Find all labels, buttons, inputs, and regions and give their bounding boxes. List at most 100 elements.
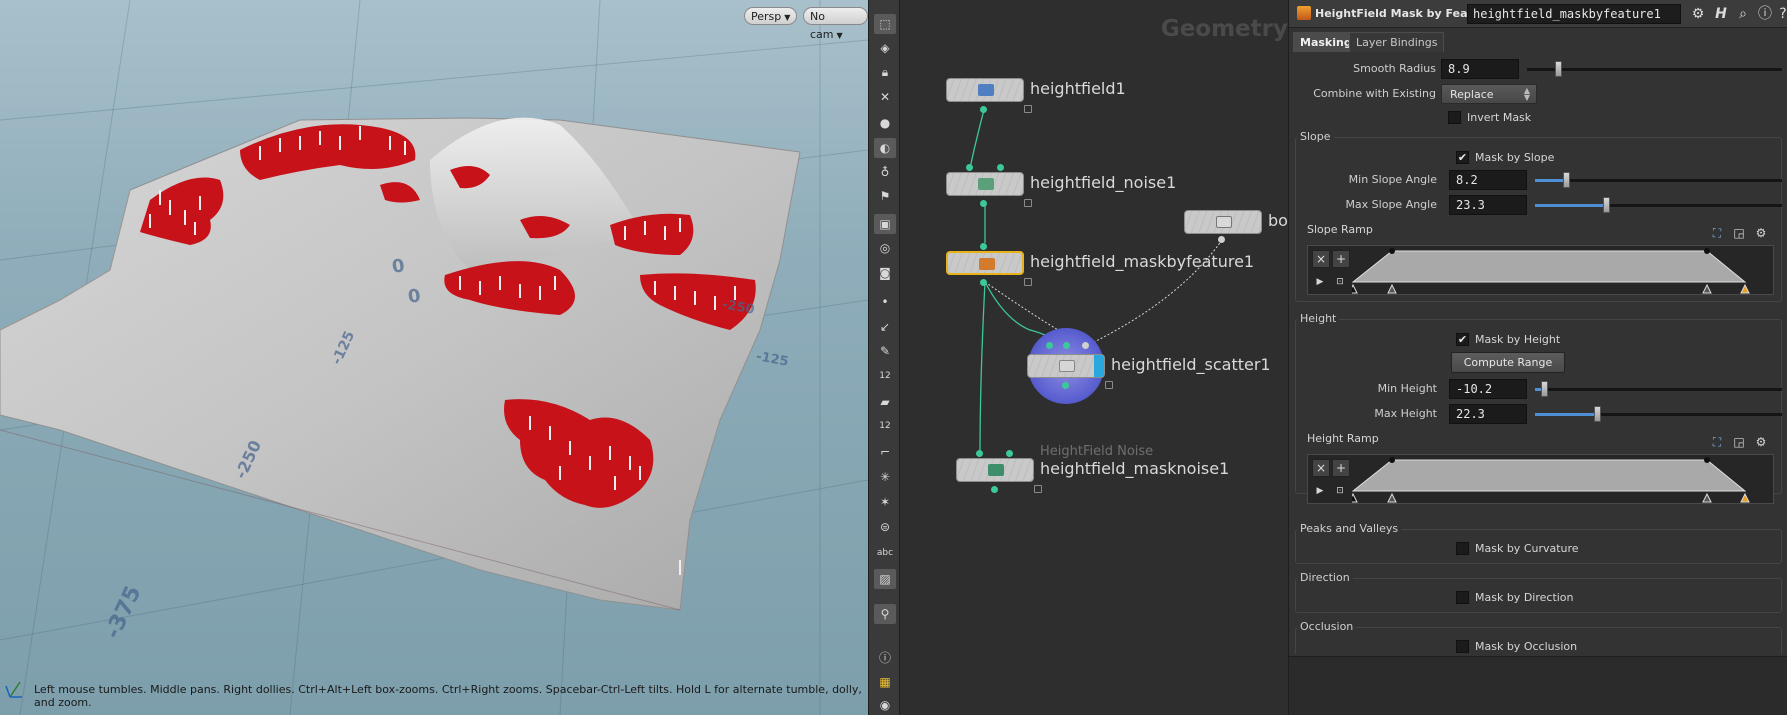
expand-icon[interactable]: ⊡ — [1332, 274, 1348, 290]
scene-viewport[interactable]: 0 0 -125 -250 -375 -250 -125 Persp ▼ No c… — [0, 0, 868, 715]
pin-2-icon[interactable]: ⚲ — [874, 604, 896, 624]
add-key-button[interactable]: + — [1332, 459, 1350, 477]
compute-range-button[interactable]: Compute Range — [1451, 352, 1565, 373]
mask-by-curvature-checkbox[interactable] — [1456, 542, 1469, 555]
bucket-icon[interactable]: ▰ — [874, 392, 896, 412]
lock-icon[interactable] — [1024, 278, 1032, 286]
slider-handle[interactable] — [1555, 61, 1562, 77]
camera-2-icon[interactable]: ◙ — [874, 263, 896, 283]
input-connector[interactable] — [980, 243, 987, 250]
snap-icon[interactable]: ✳ — [874, 467, 896, 487]
pin-icon[interactable]: ✕ — [874, 87, 896, 107]
text-icon[interactable]: abc — [874, 543, 896, 563]
snap-2-icon[interactable]: ✶ — [874, 492, 896, 512]
min-slope-slider[interactable] — [1535, 170, 1782, 190]
point-icon[interactable]: • — [874, 292, 896, 312]
select-icon[interactable]: ⬚ — [874, 14, 896, 34]
record-icon[interactable]: ⊜ — [874, 517, 896, 537]
eye-2-icon[interactable]: ◉ — [874, 697, 896, 713]
height-ramp-editor[interactable]: × + ▶ ⊡ — [1307, 454, 1774, 504]
output-connector[interactable] — [980, 106, 987, 113]
expand-icon[interactable]: ⊡ — [1332, 483, 1348, 499]
image-icon[interactable]: ▨ — [874, 569, 896, 589]
gear-icon[interactable]: ⚙ — [1753, 434, 1769, 450]
houdini-help-icon[interactable]: H — [1712, 5, 1730, 23]
slider-handle[interactable] — [1541, 381, 1548, 397]
mask-by-height-checkbox[interactable]: ✔ — [1456, 333, 1469, 346]
smooth-radius-field[interactable] — [1441, 59, 1519, 79]
slider-handle[interactable] — [1594, 406, 1601, 422]
combine-menu[interactable]: Replace ▲ ▼ — [1441, 84, 1537, 104]
flag-icon[interactable]: ⚑ — [874, 186, 896, 206]
min-height-field[interactable] — [1449, 379, 1527, 399]
invert-mask-checkbox[interactable] — [1448, 111, 1461, 124]
output-connector[interactable] — [991, 486, 998, 493]
lock-icon[interactable] — [1024, 105, 1032, 113]
output-connector[interactable] — [1218, 236, 1225, 243]
max-height-slider[interactable] — [1535, 404, 1782, 424]
pen-icon[interactable]: ✎ — [874, 341, 896, 361]
measure-icon[interactable]: 12 — [874, 366, 896, 386]
smooth-radius-slider[interactable] — [1527, 59, 1782, 79]
corner-icon[interactable]: ⌐ — [874, 442, 896, 462]
max-height-field[interactable] — [1449, 404, 1527, 424]
network-editor[interactable]: Geometry heightfield1 heightfield_noise1… — [900, 0, 1288, 715]
mask-by-occlusion-checkbox[interactable] — [1456, 640, 1469, 653]
input-connector[interactable] — [976, 450, 983, 457]
max-slope-slider[interactable] — [1535, 195, 1782, 215]
remove-key-button[interactable]: × — [1312, 250, 1330, 268]
bulb-icon[interactable]: ♁ — [874, 162, 896, 182]
slider-handle[interactable] — [1603, 197, 1610, 213]
camera-menu-button[interactable]: No cam ▼ — [803, 7, 868, 41]
play-icon[interactable]: ▶ — [1312, 483, 1328, 499]
view-icon[interactable]: ◈ — [874, 38, 896, 58]
mask-by-slope-checkbox[interactable]: ✔ — [1456, 151, 1469, 164]
sphere-icon[interactable]: ● — [874, 113, 896, 133]
eye-icon[interactable]: ◎ — [874, 238, 896, 258]
slope-ramp-editor[interactable]: × + ▶ ⊡ — [1307, 245, 1774, 295]
max-slope-field[interactable] — [1449, 195, 1527, 215]
play-icon[interactable]: ▶ — [1312, 274, 1328, 290]
view-menu-button[interactable]: Persp ▼ — [744, 7, 798, 25]
grid-icon[interactable]: ▦ — [874, 672, 896, 692]
output-connector[interactable] — [1062, 382, 1069, 389]
lock-icon[interactable] — [1024, 199, 1032, 207]
input-connector[interactable] — [1046, 342, 1053, 349]
brush-icon[interactable]: ↙ — [874, 317, 896, 337]
gear-icon[interactable]: ⚙ — [1753, 225, 1769, 241]
ramp-camera-icon[interactable]: ◲ — [1731, 225, 1747, 241]
input-connector[interactable] — [1063, 342, 1070, 349]
input-connector[interactable] — [1006, 450, 1013, 457]
input-connector[interactable] — [997, 164, 1004, 171]
output-connector[interactable] — [980, 279, 987, 286]
node-tile[interactable] — [956, 458, 1034, 482]
info-icon[interactable]: ⓘ — [874, 647, 896, 667]
node-tile-selected[interactable] — [946, 251, 1024, 275]
node-tile[interactable] — [1184, 210, 1262, 234]
output-connector[interactable] — [980, 200, 987, 207]
node-tile[interactable] — [946, 172, 1024, 196]
remove-key-button[interactable]: × — [1312, 459, 1330, 477]
min-slope-field[interactable] — [1449, 170, 1527, 190]
search-icon[interactable]: ⌕ — [1734, 5, 1752, 23]
tab-layer-bindings[interactable]: Layer Bindings — [1349, 32, 1445, 52]
min-height-slider[interactable] — [1535, 379, 1782, 399]
ramp-preset-icon[interactable]: ⛶ — [1709, 434, 1725, 450]
help-icon[interactable]: ? — [1774, 5, 1787, 23]
input-connector[interactable] — [1082, 342, 1089, 349]
node-tile[interactable] — [946, 78, 1024, 102]
mask-by-direction-checkbox[interactable] — [1456, 591, 1469, 604]
add-key-button[interactable]: + — [1332, 250, 1350, 268]
ramp-preset-icon[interactable]: ⛶ — [1709, 225, 1725, 241]
camera-icon[interactable]: ▣ — [874, 214, 896, 234]
gear-icon[interactable]: ⚙ — [1689, 5, 1707, 23]
lock-icon[interactable] — [1105, 381, 1113, 389]
lock-icon[interactable]: 🔒︎ — [874, 62, 896, 82]
lock-icon[interactable] — [1034, 485, 1042, 493]
display-flag[interactable] — [1094, 355, 1104, 377]
light-icon[interactable]: ◐ — [874, 138, 896, 158]
ramp-camera-icon[interactable]: ◲ — [1731, 434, 1747, 450]
stack-icon[interactable]: 12 — [874, 416, 896, 436]
node-name-field[interactable] — [1467, 4, 1681, 24]
info-icon[interactable]: ⓘ — [1756, 5, 1774, 23]
